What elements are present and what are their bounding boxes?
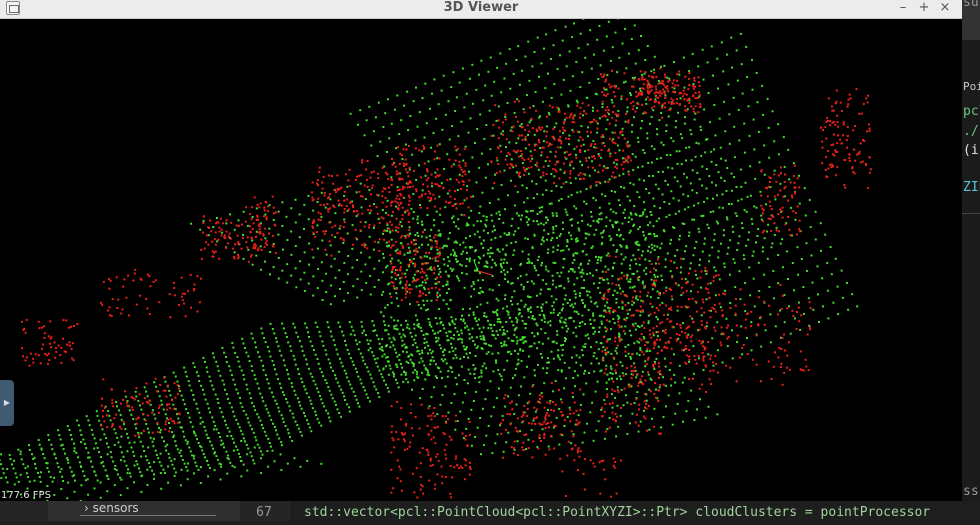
close-button[interactable]: × (936, 0, 954, 16)
editor-fragment: pcl (963, 104, 980, 119)
editor-bottom-strip: › sensors 67 std::vector<pcl::PointCloud… (0, 501, 980, 521)
fps-counter: 177.6 FPS (1, 490, 51, 501)
play-triangle-icon: ▶ (4, 398, 10, 407)
editor-fragment: (i (963, 143, 979, 158)
editor-fragment: ZIE (963, 180, 980, 195)
editor-fragment: Poi (963, 80, 980, 93)
tree-gutter (0, 501, 48, 521)
maximize-button[interactable]: + (915, 0, 933, 16)
tree-item-sensors[interactable]: › sensors (84, 501, 139, 515)
editor-fragment: ./ (963, 124, 979, 139)
file-tree-panel: › sensors (0, 501, 240, 521)
editor-divider (962, 213, 980, 214)
background-editor-edge: su Poi pcl ./ (i ZIE ss (962, 0, 980, 521)
window-title: 3D Viewer (0, 0, 962, 16)
code-line[interactable]: std::vector<pcl::PointCloud<pcl::PointXY… (290, 501, 980, 521)
point-cloud-canvas (0, 19, 962, 501)
side-panel-toggle[interactable]: ▶ (0, 380, 14, 426)
ground-points (0, 19, 858, 501)
editor-fragment: ss (963, 484, 979, 499)
point-cloud-viewport[interactable]: 177.6 FPS (0, 19, 962, 501)
tree-item-label: sensors (93, 501, 139, 515)
window-titlebar: 3D Viewer – + × (0, 0, 962, 19)
line-number: 67 (240, 501, 288, 521)
minimize-button[interactable]: – (894, 0, 912, 16)
editor-fragment: su (963, 0, 979, 10)
chevron-right-icon: › (84, 501, 89, 515)
origin-axes (474, 261, 492, 275)
tree-selection-line (80, 515, 216, 516)
